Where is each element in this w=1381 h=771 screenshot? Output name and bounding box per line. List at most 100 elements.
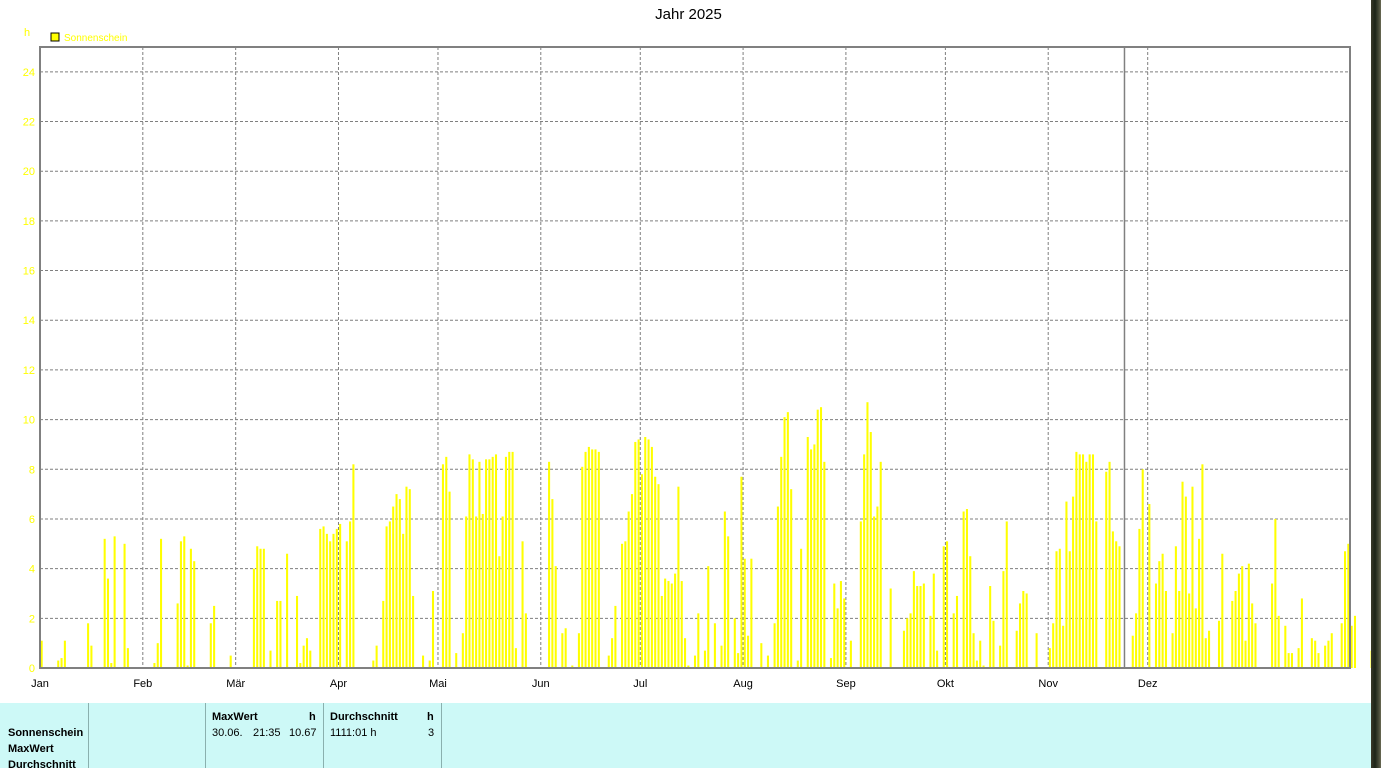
bar bbox=[1317, 653, 1319, 668]
bar bbox=[890, 589, 892, 668]
y-tick-label: 0 bbox=[29, 663, 35, 675]
bar bbox=[336, 529, 338, 668]
bar bbox=[157, 643, 159, 668]
bar bbox=[737, 653, 739, 668]
bar bbox=[1341, 623, 1343, 668]
bar bbox=[193, 561, 195, 668]
bar bbox=[734, 618, 736, 668]
bar bbox=[843, 598, 845, 668]
bar bbox=[661, 596, 663, 668]
bar bbox=[588, 447, 590, 668]
bar bbox=[664, 579, 666, 668]
x-tick-label: Dez bbox=[1138, 678, 1158, 690]
bar bbox=[522, 541, 524, 668]
x-tick-label: Okt bbox=[937, 678, 954, 690]
x-tick-label: Mai bbox=[429, 678, 447, 690]
bar bbox=[1016, 631, 1018, 668]
bar bbox=[1245, 641, 1247, 668]
bar bbox=[578, 633, 580, 668]
bar bbox=[784, 417, 786, 668]
bar bbox=[326, 534, 328, 668]
bar bbox=[1079, 454, 1081, 668]
bar bbox=[462, 633, 464, 668]
bar bbox=[989, 586, 991, 668]
bar bbox=[979, 641, 981, 668]
bar bbox=[790, 489, 792, 668]
bar bbox=[1191, 487, 1193, 668]
bar bbox=[860, 521, 862, 668]
row-label-maxwert: MaxWert bbox=[8, 743, 54, 755]
x-tick-label: Feb bbox=[133, 678, 152, 690]
bar bbox=[409, 489, 411, 668]
bar bbox=[1089, 454, 1091, 668]
column-divider bbox=[323, 703, 324, 768]
bar bbox=[1142, 469, 1144, 668]
bar bbox=[667, 581, 669, 668]
bar bbox=[429, 661, 431, 668]
bar bbox=[648, 439, 650, 668]
bar bbox=[332, 534, 334, 668]
grid-lines bbox=[40, 47, 1350, 668]
bar bbox=[1221, 554, 1223, 668]
y-tick-labels: 024681012141618202224 bbox=[23, 67, 35, 675]
bar bbox=[213, 606, 215, 668]
bar bbox=[1241, 566, 1243, 668]
bar bbox=[813, 444, 815, 668]
bar bbox=[1248, 564, 1250, 668]
bar bbox=[866, 402, 868, 668]
summary-panel: Sonnenschein MaxWert Durchschnitt MaxWer… bbox=[0, 703, 1371, 768]
bar bbox=[303, 646, 305, 668]
bar bbox=[1052, 623, 1054, 668]
bar bbox=[1105, 472, 1107, 668]
bar bbox=[498, 556, 500, 668]
bar bbox=[591, 449, 593, 668]
max-header: MaxWert bbox=[212, 711, 258, 723]
bar bbox=[817, 410, 819, 668]
bar bbox=[943, 546, 945, 668]
bar bbox=[1036, 633, 1038, 668]
bar bbox=[740, 477, 742, 668]
bar bbox=[432, 591, 434, 668]
bar bbox=[402, 534, 404, 668]
bar bbox=[966, 509, 968, 668]
bar bbox=[445, 457, 447, 668]
bar bbox=[230, 656, 232, 668]
bar bbox=[1198, 539, 1200, 668]
y-tick-label: 2 bbox=[29, 613, 35, 625]
bar bbox=[674, 574, 676, 668]
bar bbox=[1254, 623, 1256, 668]
bar bbox=[976, 661, 978, 668]
bar bbox=[64, 641, 66, 668]
bar bbox=[505, 457, 507, 668]
bar bbox=[104, 539, 106, 668]
y-axis-unit: h bbox=[24, 27, 30, 39]
bar bbox=[1109, 462, 1111, 668]
bar bbox=[973, 633, 975, 668]
bar bbox=[724, 512, 726, 668]
bar bbox=[1162, 554, 1164, 668]
bar bbox=[183, 536, 185, 668]
avg-total: 1111:01 h bbox=[330, 727, 377, 739]
bar bbox=[1178, 591, 1180, 668]
bar bbox=[1201, 464, 1203, 668]
bar bbox=[90, 646, 92, 668]
bar bbox=[956, 596, 958, 668]
bar bbox=[1284, 626, 1286, 668]
bar bbox=[963, 512, 965, 668]
bar bbox=[913, 571, 915, 668]
bar bbox=[389, 521, 391, 668]
bar bbox=[694, 656, 696, 668]
bar bbox=[1278, 616, 1280, 668]
bar bbox=[1195, 608, 1197, 668]
bar bbox=[405, 487, 407, 668]
bar bbox=[598, 452, 600, 668]
bar bbox=[352, 464, 354, 668]
bar bbox=[969, 556, 971, 668]
row-label-sonnenschein: Sonnenschein bbox=[8, 727, 83, 739]
bar bbox=[1301, 598, 1303, 668]
bar bbox=[475, 516, 477, 668]
bar bbox=[721, 646, 723, 668]
bar bbox=[339, 524, 341, 668]
bar bbox=[1002, 571, 1004, 668]
bar bbox=[850, 641, 852, 668]
